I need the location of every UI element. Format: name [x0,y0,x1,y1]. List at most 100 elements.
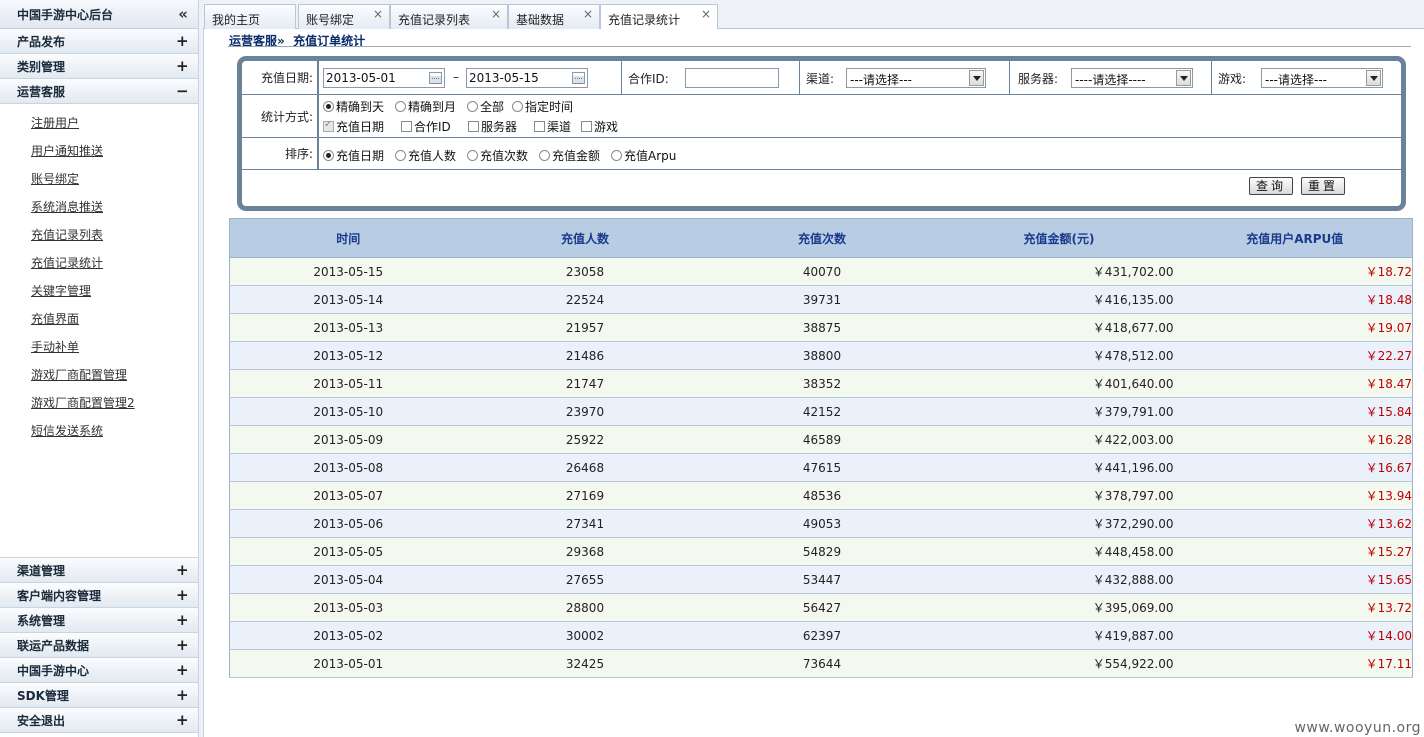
checkbox[interactable] [401,121,412,132]
sort-by-arpu[interactable]: 充值Arpu [611,147,676,164]
tab-account-binding[interactable]: 账号绑定 × [298,4,390,29]
chevron-down-icon [969,70,984,86]
checkbox[interactable] [534,121,545,132]
sidebar-section-operations[interactable]: 运营客服 − [0,79,198,104]
option-label: 合作ID [414,120,451,134]
sidebar-section-logout[interactable]: 安全退出 + [0,708,198,733]
sort-by-users[interactable]: 充值人数 [395,147,456,164]
radio-button[interactable] [512,101,523,112]
sidebar-section-category[interactable]: 类别管理 + [0,54,198,79]
sort-by-date[interactable]: 充值日期 [323,147,384,164]
query-button[interactable]: 查询 [1249,177,1293,195]
date-from-input[interactable]: 2013-05-01 [323,68,445,88]
radio-button[interactable] [539,150,550,161]
sidebar-item-recharge-list[interactable]: 充值记录列表 [0,221,198,249]
sidebar-item-recharge-ui[interactable]: 充值界面 [0,305,198,333]
column-header-time[interactable]: 时间 [229,218,467,258]
sidebar-item-manual-order[interactable]: 手动补单 [0,333,198,361]
close-icon[interactable]: × [491,7,501,21]
sort-by-count[interactable]: 充值次数 [467,147,528,164]
cell-arpu: ￥22.27 [1177,341,1413,370]
group-by-game[interactable]: 游戏 [581,118,618,135]
calendar-icon[interactable] [429,72,442,84]
cell-count: 38352 [703,369,941,398]
sidebar-section-joint-data[interactable]: 联运产品数据 + [0,633,198,658]
tab-home[interactable]: 我的主页 [204,4,296,29]
date-to-input[interactable]: 2013-05-15 [466,68,588,88]
column-header-amount[interactable]: 充值金额(元) [940,218,1178,258]
radio-button[interactable] [467,101,478,112]
tab-basic-data[interactable]: 基础数据 × [508,4,600,29]
cell-count: 56427 [703,593,941,622]
radio-button[interactable] [395,101,406,112]
column-header-count[interactable]: 充值次数 [703,218,941,258]
cell-arpu: ￥16.28 [1177,425,1413,454]
radio-button[interactable] [395,150,406,161]
tab-recharge-list[interactable]: 充值记录列表 × [390,4,508,29]
group-by-date[interactable]: 充值日期 [323,118,384,135]
sidebar-section-mobile-center[interactable]: 中国手游中心 + [0,658,198,683]
cell-date: 2013-05-12 [229,341,467,370]
sidebar-item-vendor-config[interactable]: 游戏厂商配置管理 [0,361,198,389]
radio-button[interactable] [323,150,334,161]
game-select[interactable]: ---请选择--- [1261,68,1383,88]
tab-label: 我的主页 [212,13,261,27]
tab-label: 充值记录列表 [398,13,471,27]
sidebar-item-system-message[interactable]: 系统消息推送 [0,193,198,221]
channel-select[interactable]: ---请选择--- [846,68,986,88]
radio-button[interactable] [611,150,622,161]
tab-bar: 我的主页 账号绑定 × 充值记录列表 × 基础数据 × 充值记录统计 × [203,0,1424,30]
table-row: 2013-05-05 29368 54829 ￥448,458.00 ￥15.27 [229,537,1413,566]
sidebar-item-sms[interactable]: 短信发送系统 [0,417,198,445]
stat-mode-day[interactable]: 精确到天 [323,98,384,115]
expand-icon: + [176,32,189,50]
stat-mode-all[interactable]: 全部 [467,98,504,115]
sidebar-bottom-sections: 渠道管理 + 客户端内容管理 + 系统管理 + 联运产品数据 + 中国手游中心 … [0,557,198,733]
option-label: 游戏 [594,120,619,134]
calendar-icon[interactable] [572,72,585,84]
radio-button[interactable] [323,101,334,112]
cell-arpu: ￥17.11 [1177,649,1413,678]
reset-button[interactable]: 重置 [1301,177,1345,195]
close-icon[interactable]: × [373,7,383,21]
sidebar-section-client-content[interactable]: 客户端内容管理 + [0,583,198,608]
sidebar-item-user-notification[interactable]: 用户通知推送 [0,137,198,165]
table-row: 2013-05-08 26468 47615 ￥441,196.00 ￥16.67 [229,453,1413,482]
expand-icon: + [176,586,189,604]
server-select[interactable]: ----请选择---- [1071,68,1193,88]
checkbox[interactable] [323,119,334,132]
cell-date: 2013-05-08 [229,453,467,482]
collapse-sidebar-icon[interactable]: « [178,5,188,23]
sort-by-amount[interactable]: 充值金额 [539,147,600,164]
sidebar-section-sdk[interactable]: SDK管理 + [0,683,198,708]
close-icon[interactable]: × [583,7,593,21]
cell-amount: ￥416,135.00 [940,285,1178,314]
tab-recharge-stats[interactable]: 充值记录统计 × [600,4,718,30]
radio-button[interactable] [467,150,478,161]
sidebar-item-vendor-config-2[interactable]: 游戏厂商配置管理2 [0,389,198,417]
close-icon[interactable]: × [701,7,711,21]
sidebar-item-account-binding[interactable]: 账号绑定 [0,165,198,193]
column-header-users[interactable]: 充值人数 [466,218,704,258]
table-row: 2013-05-14 22524 39731 ￥416,135.00 ￥18.48 [229,285,1413,314]
group-by-partner-id[interactable]: 合作ID [401,118,451,135]
partner-id-input[interactable] [685,68,779,88]
sidebar-item-keywords[interactable]: 关键字管理 [0,277,198,305]
sidebar-item-registered-users[interactable]: 注册用户 [0,109,198,137]
sidebar-section-product-release[interactable]: 产品发布 + [0,29,198,54]
stat-mode-month[interactable]: 精确到月 [395,98,456,115]
column-header-arpu[interactable]: 充值用户ARPU值 [1177,218,1413,258]
cell-date: 2013-05-06 [229,509,467,538]
sidebar-section-label: SDK管理 [17,688,69,703]
checkbox[interactable] [468,121,479,132]
cell-amount: ￥378,797.00 [940,481,1178,510]
group-by-channel[interactable]: 渠道 [534,118,571,135]
stat-mode-custom[interactable]: 指定时间 [512,98,573,115]
sidebar-section-label: 客户端内容管理 [17,588,102,603]
cell-arpu: ￥15.65 [1177,565,1413,594]
checkbox[interactable] [581,121,592,132]
group-by-server[interactable]: 服务器 [468,118,517,135]
sidebar-section-channel[interactable]: 渠道管理 + [0,558,198,583]
sidebar-item-recharge-stats[interactable]: 充值记录统计 [0,249,198,277]
sidebar-section-system[interactable]: 系统管理 + [0,608,198,633]
